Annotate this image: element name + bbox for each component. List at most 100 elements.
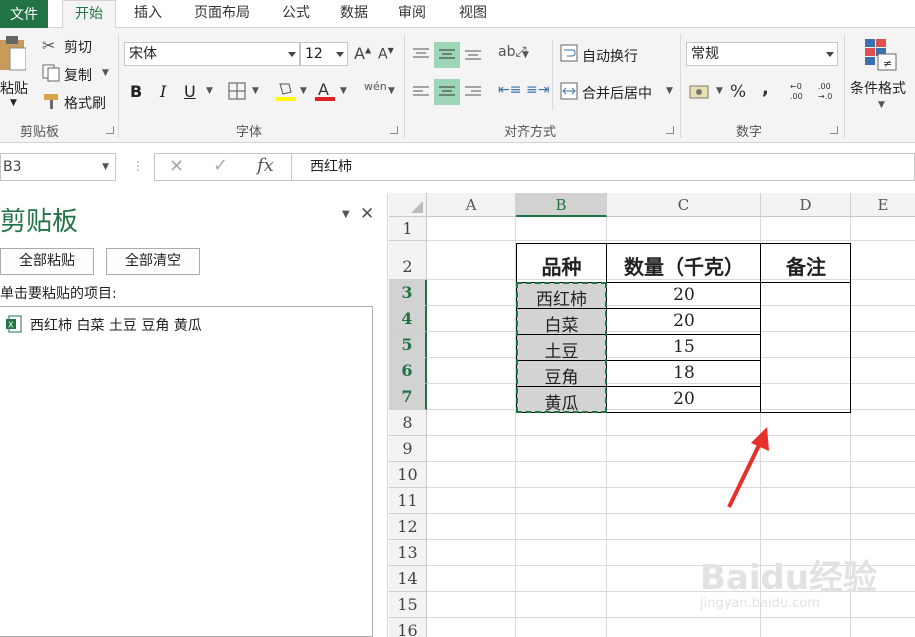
increase-indent-icon[interactable]: ≡⇥: [526, 82, 549, 98]
close-icon[interactable]: ✕: [360, 204, 374, 224]
paste-button[interactable]: 粘贴 ▼: [0, 32, 34, 112]
currency-dropdown-icon[interactable]: ▼: [716, 86, 723, 96]
fill-color-icon[interactable]: [275, 80, 297, 102]
row-header-1[interactable]: 1: [389, 217, 427, 241]
align-top-icon[interactable]: [412, 46, 430, 62]
column-header-D[interactable]: D: [761, 193, 851, 217]
font-color-dropdown-icon[interactable]: ▼: [340, 86, 347, 96]
decrease-decimal-button[interactable]: .00 →.0: [818, 82, 842, 106]
underline-button[interactable]: U: [184, 82, 196, 101]
merge-dropdown-icon[interactable]: ▼: [666, 86, 673, 96]
cell-C4[interactable]: 20: [607, 311, 761, 331]
conditional-format-icon: ≠: [865, 39, 897, 71]
select-all-corner[interactable]: [389, 193, 427, 217]
clear-all-button[interactable]: 全部清空: [106, 248, 200, 275]
align-middle-icon[interactable]: [438, 46, 456, 62]
font-color-icon[interactable]: A: [314, 80, 336, 102]
phonetic-icon[interactable]: wén: [364, 80, 387, 93]
cell-C7[interactable]: 20: [607, 389, 761, 409]
merge-center-button[interactable]: 合并后居中: [582, 83, 652, 103]
align-bottom-icon[interactable]: [464, 46, 482, 62]
decrease-indent-icon[interactable]: ⇤≡: [498, 82, 521, 98]
row-header-12[interactable]: 12: [389, 514, 427, 540]
row-header-5[interactable]: 5: [389, 332, 427, 358]
number-launcher-icon[interactable]: [830, 126, 838, 134]
conditional-dropdown-icon[interactable]: ▼: [878, 100, 885, 110]
svg-text:A: A: [318, 80, 329, 99]
row-header-6[interactable]: 6: [389, 358, 427, 384]
row-header-2[interactable]: 2: [389, 241, 427, 280]
cell-C3[interactable]: 20: [607, 285, 761, 305]
confirm-icon[interactable]: ✓: [213, 155, 228, 176]
column-header-E[interactable]: E: [851, 193, 915, 217]
column-header-B[interactable]: B: [516, 193, 607, 217]
currency-icon[interactable]: [688, 82, 712, 102]
align-left-icon[interactable]: [412, 84, 430, 100]
tab-review[interactable]: 审阅: [388, 0, 436, 28]
font-launcher-icon[interactable]: [390, 126, 398, 134]
paste-all-button[interactable]: 全部粘贴: [0, 248, 94, 275]
copy-dropdown-arrow-icon[interactable]: ▼: [102, 68, 109, 78]
underline-dropdown-icon[interactable]: ▼: [206, 86, 213, 96]
decrease-font-icon[interactable]: A▼: [378, 46, 394, 63]
row-header-14[interactable]: 14: [389, 566, 427, 592]
insert-function-icon[interactable]: fx: [257, 155, 274, 176]
number-format-select[interactable]: 常规: [686, 42, 838, 66]
tab-home[interactable]: 开始: [62, 0, 116, 29]
borders-dropdown-icon[interactable]: ▼: [252, 86, 259, 96]
clipboard-item[interactable]: 西红柿 白菜 土豆 豆角 黄瓜: [30, 315, 202, 335]
alignment-launcher-icon[interactable]: [666, 126, 674, 134]
cut-button[interactable]: 剪切: [64, 37, 92, 57]
row-header-11[interactable]: 11: [389, 488, 427, 514]
copy-button[interactable]: 复制: [64, 65, 92, 85]
format-painter-button[interactable]: 格式刷: [64, 93, 106, 113]
name-box[interactable]: B3 ▼: [0, 153, 116, 181]
row-header-15[interactable]: 15: [389, 592, 427, 618]
tab-formulas[interactable]: 公式: [272, 0, 320, 28]
font-name-select[interactable]: 宋体: [124, 42, 300, 66]
column-header-A[interactable]: A: [427, 193, 516, 217]
phonetic-dropdown-icon[interactable]: ▼: [388, 86, 395, 96]
tab-insert[interactable]: 插入: [124, 0, 172, 28]
row-header-3[interactable]: 3: [389, 280, 427, 306]
align-center-icon[interactable]: [438, 84, 456, 100]
row-header-10[interactable]: 10: [389, 462, 427, 488]
chevron-down-icon: [288, 52, 296, 57]
increase-decimal-button[interactable]: ←0.00: [790, 82, 814, 106]
row-header-4[interactable]: 4: [389, 306, 427, 332]
cell-C2[interactable]: 数量（千克）: [607, 251, 761, 280]
row-header-16[interactable]: 16: [389, 618, 427, 637]
clipboard-pane-title: 剪贴板: [0, 207, 79, 237]
formula-input[interactable]: 西红柿: [292, 153, 915, 181]
align-right-icon[interactable]: [464, 84, 482, 100]
percent-button[interactable]: %: [730, 82, 746, 102]
tab-file[interactable]: 文件: [0, 0, 48, 28]
font-size-select[interactable]: 12: [300, 42, 348, 66]
row-header-7[interactable]: 7: [389, 384, 427, 410]
row-header-13[interactable]: 13: [389, 540, 427, 566]
clipboard-list: X 西红柿 白菜 土豆 豆角 黄瓜: [0, 306, 373, 637]
row-header-9[interactable]: 9: [389, 436, 427, 462]
conditional-format-button[interactable]: 条件格式: [850, 78, 906, 98]
tab-view[interactable]: 视图: [446, 0, 500, 28]
column-header-C[interactable]: C: [607, 193, 761, 217]
cell-C5[interactable]: 15: [607, 337, 761, 357]
italic-button[interactable]: I: [160, 82, 166, 101]
fill-dropdown-icon[interactable]: ▼: [300, 86, 307, 96]
tab-data[interactable]: 数据: [330, 0, 378, 28]
row-header-8[interactable]: 8: [389, 410, 427, 436]
comma-button[interactable]: ,: [762, 78, 769, 99]
cell-B2[interactable]: 品种: [516, 251, 607, 280]
cell-D2[interactable]: 备注: [761, 251, 851, 280]
tab-page-layout[interactable]: 页面布局: [180, 0, 264, 28]
watermark-logo: Baidu经验: [700, 558, 878, 598]
wrap-text-button[interactable]: 自动换行: [582, 46, 638, 66]
pane-options-icon[interactable]: ▼: [342, 209, 350, 220]
cell-C6[interactable]: 18: [607, 363, 761, 383]
cancel-icon[interactable]: ✕: [169, 156, 184, 177]
orientation-dropdown-icon[interactable]: ▼: [522, 50, 529, 60]
borders-icon[interactable]: [228, 82, 246, 100]
clipboard-launcher-icon[interactable]: [106, 126, 114, 134]
bold-button[interactable]: B: [130, 82, 142, 101]
increase-font-icon[interactable]: A▲: [354, 44, 371, 63]
